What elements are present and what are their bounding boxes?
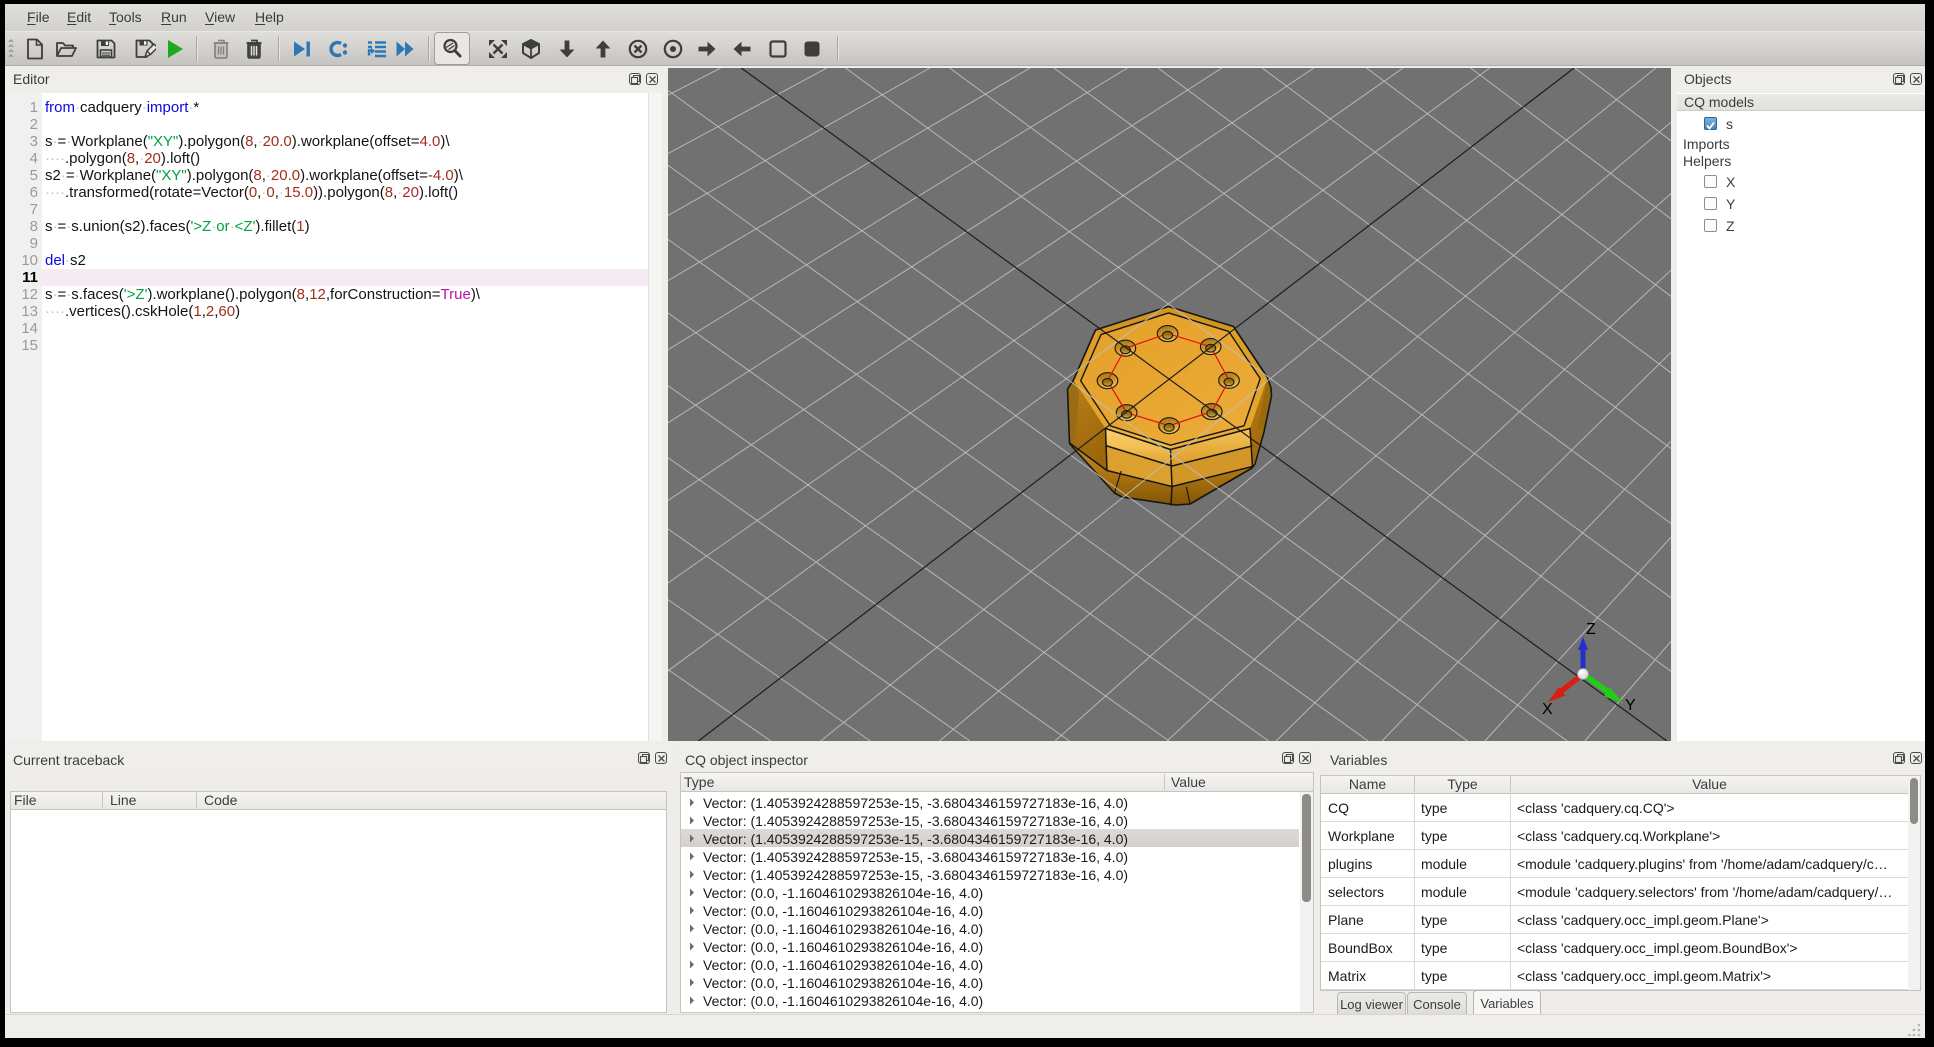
svg-text:Z: Z xyxy=(1586,621,1596,638)
svg-text:Y: Y xyxy=(1625,697,1636,714)
svg-text:X: X xyxy=(1542,701,1553,718)
